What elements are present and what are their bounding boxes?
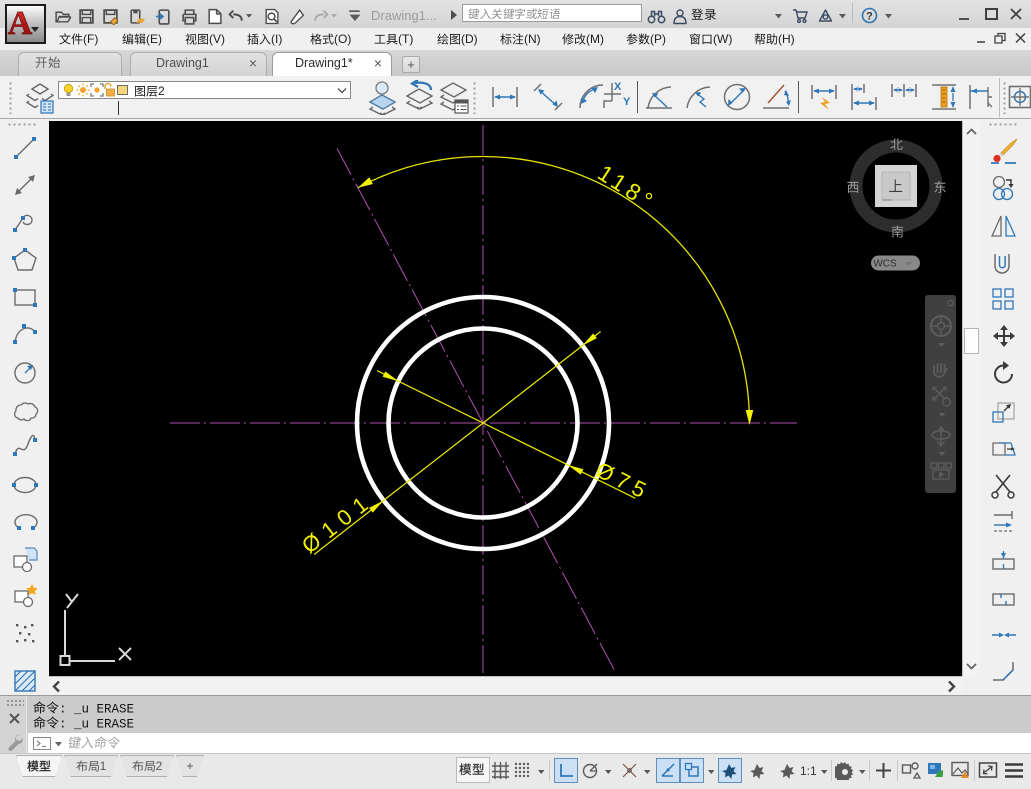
svg-text:Ø75: Ø75	[592, 457, 655, 505]
svg-text:X: X	[614, 81, 622, 93]
svg-text:118°: 118°	[593, 159, 661, 216]
svg-text:Y: Y	[623, 96, 631, 108]
svg-text:?: ?	[866, 11, 873, 23]
svg-text:Ø101: Ø101	[297, 487, 379, 558]
svg-text:WCS: WCS	[873, 259, 897, 270]
svg-text:A: A	[8, 6, 33, 42]
